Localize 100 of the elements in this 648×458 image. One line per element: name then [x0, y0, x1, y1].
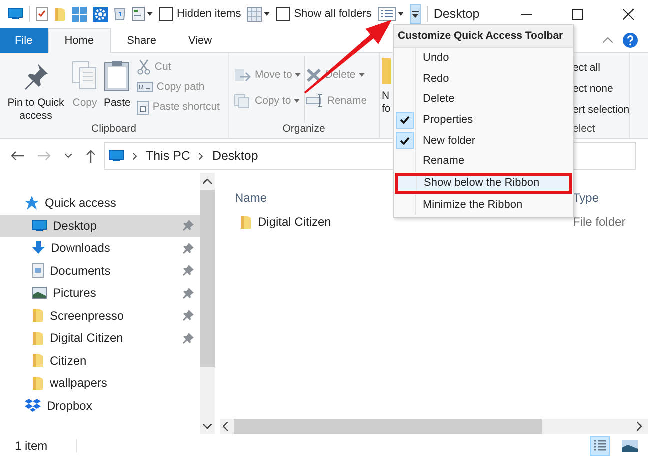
copy-to-icon	[234, 94, 252, 108]
status-text: 1 item	[15, 439, 48, 453]
ribbon-button-text: fo	[382, 103, 391, 116]
scrollbar-thumb[interactable]	[234, 419, 542, 434]
nav-item[interactable]: Desktop	[0, 214, 200, 237]
properties-icon[interactable]	[132, 7, 145, 21]
clipboard-icon	[104, 60, 130, 92]
copy-icon	[72, 60, 98, 92]
dropbox-icon	[25, 398, 41, 413]
view-button[interactable]	[590, 436, 610, 456]
document-icon	[32, 263, 44, 278]
close-icon[interactable]	[623, 8, 634, 20]
pin-icon	[183, 265, 194, 276]
back-icon[interactable]	[11, 151, 24, 161]
ribbon-button[interactable]: Paste	[102, 56, 133, 110]
checkbox-label[interactable]: Hidden items	[177, 8, 242, 20]
ribbon-tab[interactable]: File	[0, 28, 48, 53]
menu-item[interactable]: Delete	[394, 89, 573, 110]
column-header[interactable]: Type	[573, 191, 600, 205]
checkbox[interactable]	[159, 7, 173, 21]
menu-item[interactable]: Redo	[394, 68, 573, 90]
file-name[interactable]: Digital Citizen	[258, 215, 332, 229]
help-icon[interactable]	[623, 32, 638, 48]
nav-item[interactable]: Pictures	[0, 282, 200, 304]
breadcrumb[interactable]: This PC	[146, 149, 190, 163]
grid-icon[interactable]	[72, 6, 87, 22]
menu-item[interactable]: Show below the Ribbon	[395, 172, 572, 194]
ribbon-button[interactable]: Pin to Quick access	[4, 56, 68, 123]
layout-icon[interactable]	[378, 7, 396, 21]
menu-item[interactable]: Undo	[394, 48, 573, 69]
shortcut-icon	[136, 100, 149, 114]
group-label: Clipboard	[90, 123, 138, 136]
nav-item[interactable]: Documents	[0, 260, 200, 282]
picture-icon	[32, 287, 47, 300]
menu-item[interactable]: Properties	[394, 110, 573, 130]
chevron-icon	[199, 152, 204, 160]
table-cell: File folder	[573, 215, 626, 229]
move-to-icon	[234, 68, 252, 82]
scroll-right-icon[interactable]	[637, 422, 642, 431]
nav-label: Desktop	[53, 218, 98, 233]
monitor-icon	[32, 220, 47, 232]
group-label: Organize	[282, 123, 326, 136]
pin-icon	[183, 242, 194, 254]
recycle-bin-icon[interactable]	[114, 7, 126, 21]
nav-item[interactable]: Citizen	[0, 350, 200, 372]
nav-label: wallpapers	[50, 376, 108, 390]
nav-label: Digital Citizen	[50, 331, 124, 346]
nav-item[interactable]: Downloads	[0, 237, 200, 260]
caret-icon[interactable]	[147, 12, 153, 16]
up-icon[interactable]	[86, 150, 96, 162]
settings-icon[interactable]	[93, 6, 108, 22]
group-label: elect	[573, 123, 596, 136]
scrollbar-thumb[interactable]	[200, 190, 215, 367]
menu-item[interactable]: Minimize the Ribbon	[394, 194, 573, 216]
menu-item[interactable]: Rename	[394, 150, 573, 172]
scroll-left-icon[interactable]	[223, 422, 228, 431]
rename-icon	[306, 94, 324, 108]
caret-icon[interactable]	[398, 12, 404, 16]
monitor-icon	[109, 150, 124, 162]
ribbon-tab[interactable]: View	[172, 28, 228, 53]
scissors-icon	[136, 59, 151, 75]
pin-icon	[183, 288, 194, 299]
delete-icon	[306, 68, 322, 82]
breadcrumb[interactable]: Desktop	[212, 149, 258, 163]
ribbon-button-text: N	[382, 90, 391, 103]
nav-item[interactable]: Screenpresso	[0, 304, 200, 327]
nav-label: Screenpresso	[50, 308, 126, 323]
maximize-icon[interactable]	[572, 8, 583, 20]
large-icons-view-icon	[622, 440, 638, 452]
nav-label: Documents	[50, 264, 112, 278]
caret-icon[interactable]	[65, 154, 72, 158]
pin-icon	[183, 332, 194, 344]
caret-icon[interactable]	[264, 12, 270, 16]
nav-label: Pictures	[53, 286, 98, 300]
chevron-icon	[133, 152, 137, 160]
checkbox-label[interactable]: Show all folders	[294, 8, 372, 20]
nav-item[interactable]: wallpapers	[0, 372, 200, 394]
scroll-down-icon[interactable]	[203, 424, 212, 429]
ribbon-tab[interactable]: Home	[48, 28, 112, 53]
details-view-icon	[593, 439, 607, 453]
scroll-up-icon[interactable]	[203, 179, 212, 184]
nav-label: Quick access	[45, 196, 118, 210]
ribbon-tab[interactable]: Share	[111, 28, 172, 53]
nav-label: Downloads	[51, 241, 112, 256]
copy-path-icon	[136, 82, 153, 92]
dropdown-icon	[412, 10, 419, 18]
customize-toolbar-button[interactable]	[410, 4, 421, 24]
nav-item[interactable]: Digital Citizen	[0, 327, 200, 350]
window-title: Desktop	[434, 7, 480, 21]
collapse-ribbon-icon[interactable]	[603, 37, 613, 43]
download-icon	[32, 241, 45, 256]
pin-icon	[183, 310, 194, 322]
nav-label: Citizen	[50, 354, 88, 368]
checklist-icon[interactable]	[36, 7, 48, 21]
nav-item[interactable]: Dropbox	[0, 394, 200, 417]
nav-item[interactable]: Quick access	[0, 192, 200, 214]
star-icon	[25, 196, 39, 210]
checkbox[interactable]	[276, 7, 290, 21]
monitor-icon[interactable]	[8, 8, 23, 20]
nav-label: Dropbox	[47, 398, 94, 413]
